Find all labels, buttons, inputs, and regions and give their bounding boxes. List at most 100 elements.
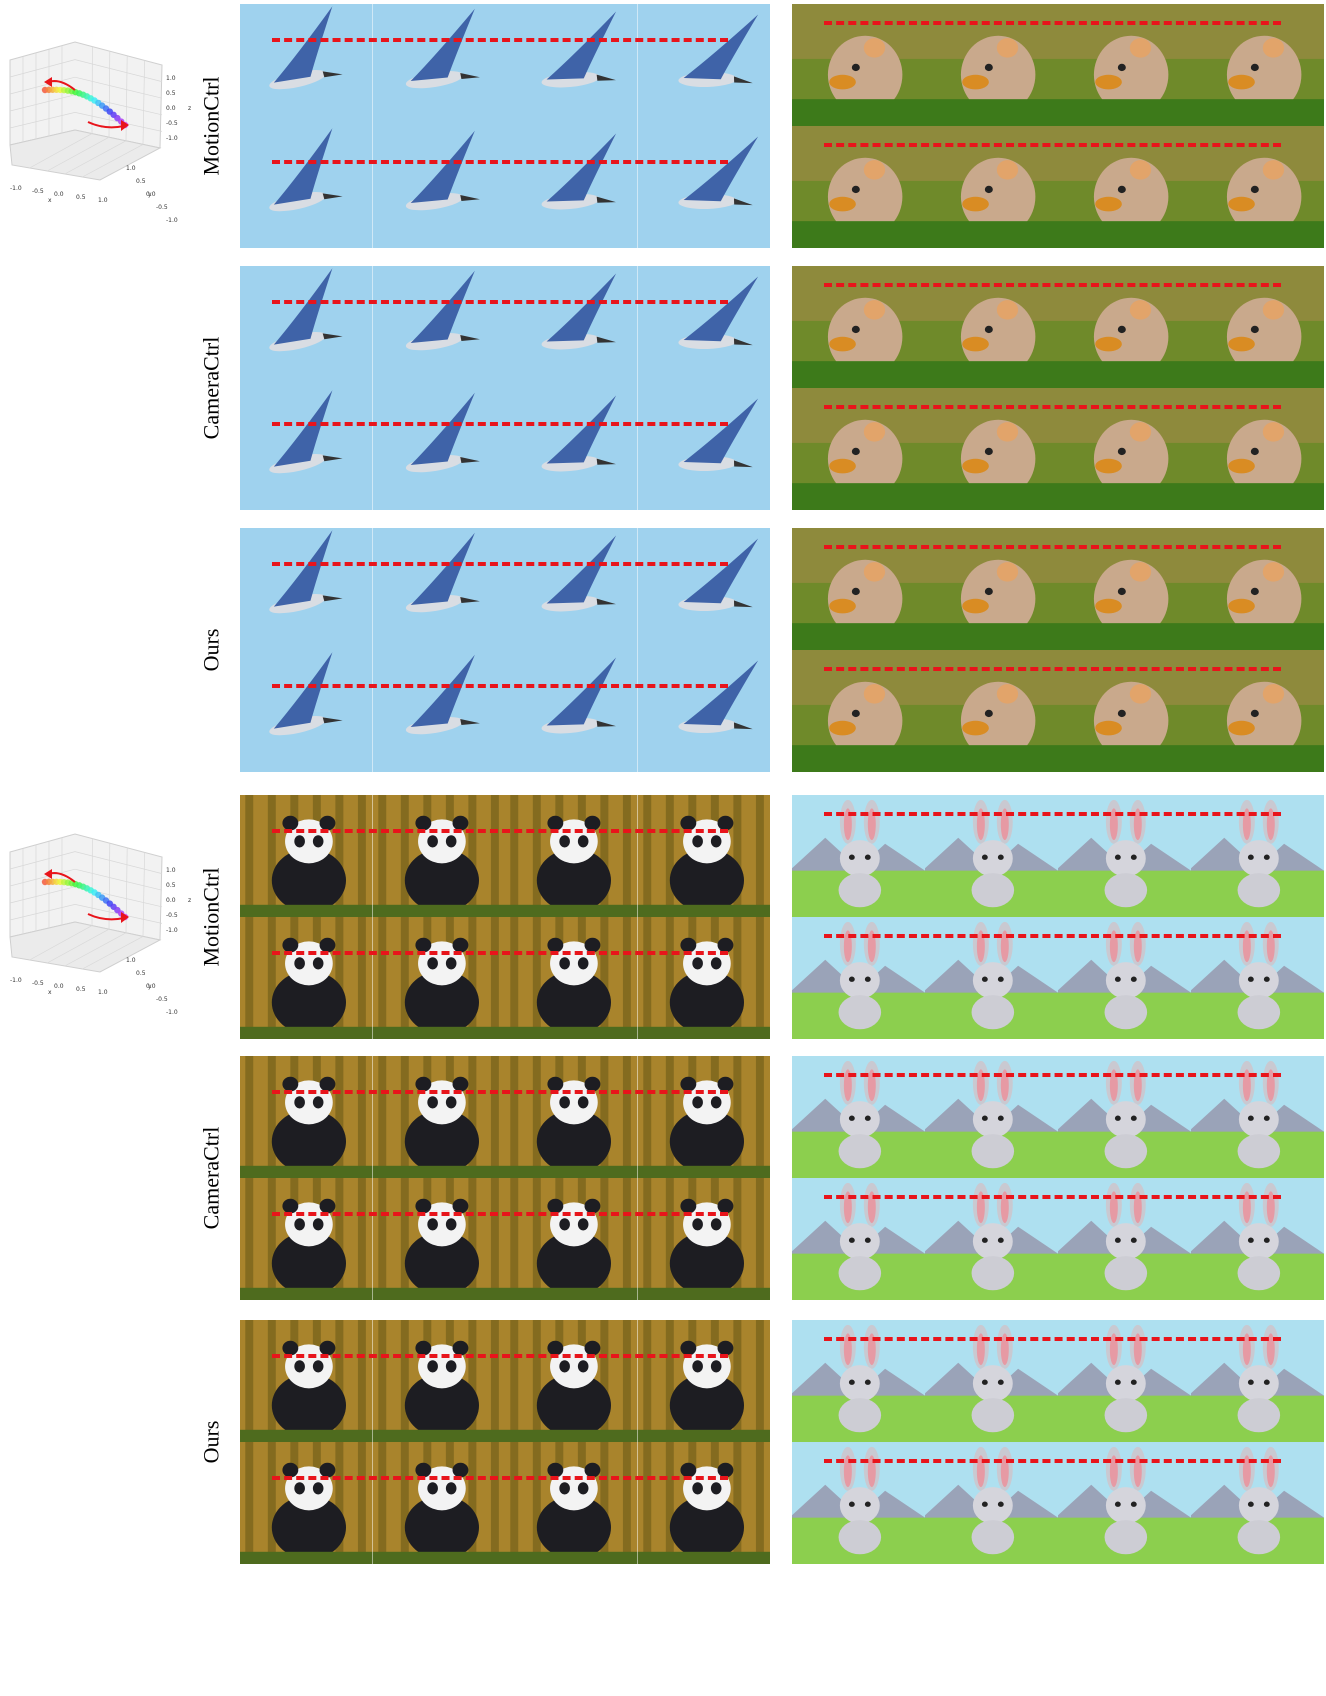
- ground: [240, 1165, 373, 1178]
- grass: [792, 221, 925, 248]
- hamster-eye: [1250, 185, 1259, 194]
- hamster-ear: [996, 422, 1019, 442]
- bamboo: [400, 1178, 409, 1300]
- video-frame: [372, 4, 505, 126]
- bamboo: [267, 917, 276, 1039]
- panda-eye-patch: [312, 1096, 324, 1109]
- video-frame: [372, 1442, 505, 1564]
- reference-dashed-line: [823, 1337, 1282, 1342]
- video-frame: [505, 917, 638, 1039]
- bunny-head: [1238, 1101, 1279, 1138]
- bunny-body: [971, 1398, 1015, 1433]
- y-axis-label: y: [148, 983, 152, 990]
- ground: [505, 904, 638, 917]
- panda-eye-patch: [426, 1218, 438, 1231]
- x-tick-label: 1.0: [98, 989, 108, 996]
- ground: [637, 1287, 770, 1300]
- z-tick-label: -0.5: [166, 120, 178, 127]
- video-frame: [240, 795, 373, 917]
- bunny-eye: [1247, 1501, 1254, 1507]
- panda-eye-patch: [445, 835, 456, 848]
- bamboo: [245, 1320, 254, 1442]
- panda-eye-patch: [577, 835, 589, 848]
- bamboo: [642, 1056, 651, 1178]
- bunny-eye: [1130, 1115, 1137, 1121]
- bunny-body: [838, 995, 882, 1030]
- flower: [1228, 720, 1255, 736]
- video-frame: [372, 650, 505, 772]
- panda-eye-patch: [445, 957, 456, 970]
- bamboo: [267, 1442, 276, 1564]
- bunny-head: [1105, 962, 1146, 999]
- grass: [1191, 623, 1324, 650]
- grass: [1191, 483, 1324, 510]
- frame-image: [372, 388, 505, 510]
- panda-eye-patch: [294, 1096, 305, 1109]
- video-frame-grid: [792, 4, 1324, 248]
- panda-eye-patch: [445, 1360, 456, 1373]
- bamboo: [510, 1056, 519, 1178]
- bunny-body: [1104, 1256, 1148, 1291]
- bamboo: [267, 1320, 276, 1442]
- hamster-eye: [984, 709, 993, 718]
- x-tick-label: 0.0: [54, 983, 64, 990]
- video-frame: [372, 528, 505, 650]
- frame-image: [637, 126, 770, 248]
- frame-image: [372, 795, 505, 917]
- frame-image: [637, 1056, 770, 1178]
- bunny-eye: [997, 976, 1004, 982]
- bamboo: [755, 1442, 764, 1564]
- reference-dashed-line: [271, 562, 728, 567]
- hamster-ear: [996, 562, 1019, 582]
- bamboo: [622, 795, 631, 917]
- y-tick-label: 1.0: [126, 165, 136, 172]
- x-tick-label: -1.0: [10, 185, 22, 192]
- reference-dashed-line: [271, 1476, 728, 1481]
- bunny-eye: [997, 1379, 1004, 1385]
- panda-eye-patch: [426, 957, 438, 970]
- ground: [637, 1026, 770, 1039]
- z-tick-label: -0.5: [166, 912, 178, 919]
- bamboo: [755, 1320, 764, 1442]
- bamboo: [665, 917, 674, 1039]
- frame-image: [637, 795, 770, 917]
- grass: [925, 221, 1058, 248]
- bamboo: [510, 1178, 519, 1300]
- row-label: MotionCtrl: [198, 867, 224, 967]
- video-frame: [240, 4, 373, 126]
- bunny-body: [838, 1520, 882, 1555]
- hamster-eye: [984, 325, 993, 334]
- panda-eye-patch: [426, 1360, 438, 1373]
- ground: [505, 1026, 638, 1039]
- bunny-head: [1105, 1487, 1146, 1524]
- bamboo: [665, 795, 674, 917]
- bunny-head: [972, 1365, 1013, 1402]
- ground: [505, 1287, 638, 1300]
- ground: [240, 1551, 373, 1564]
- panda-eye-patch: [559, 1096, 570, 1109]
- grass: [1058, 483, 1191, 510]
- hamster-ear: [1129, 38, 1152, 58]
- trajectory-plot-bottom: -1.0 -0.5 0.0 0.5 1.0 -1.0 -0.5 0.0 0.5 1.0 -1.0 -0…: [0, 822, 200, 1022]
- bamboo: [642, 917, 651, 1039]
- frame-image: [372, 1442, 505, 1564]
- grass: [1058, 745, 1191, 772]
- video-frame: [240, 1178, 373, 1300]
- bunny-eye: [848, 1115, 855, 1121]
- frame-image: [240, 1320, 373, 1442]
- hamster-ear: [996, 38, 1019, 58]
- bamboo: [665, 1442, 674, 1564]
- bamboo: [245, 917, 254, 1039]
- flower: [1095, 336, 1122, 352]
- bunny-eye: [848, 1379, 855, 1385]
- bamboo: [490, 1056, 499, 1178]
- video-frame: [372, 1320, 505, 1442]
- x-tick-label: 0.5: [76, 986, 86, 993]
- bunny-head: [839, 1223, 880, 1260]
- hamster-eye: [851, 63, 860, 72]
- panda-eye-patch: [710, 1482, 721, 1495]
- panda-eye-patch: [312, 1218, 324, 1231]
- frame-image: [372, 528, 505, 650]
- bunny-eye: [1114, 854, 1121, 860]
- flower: [1228, 196, 1255, 212]
